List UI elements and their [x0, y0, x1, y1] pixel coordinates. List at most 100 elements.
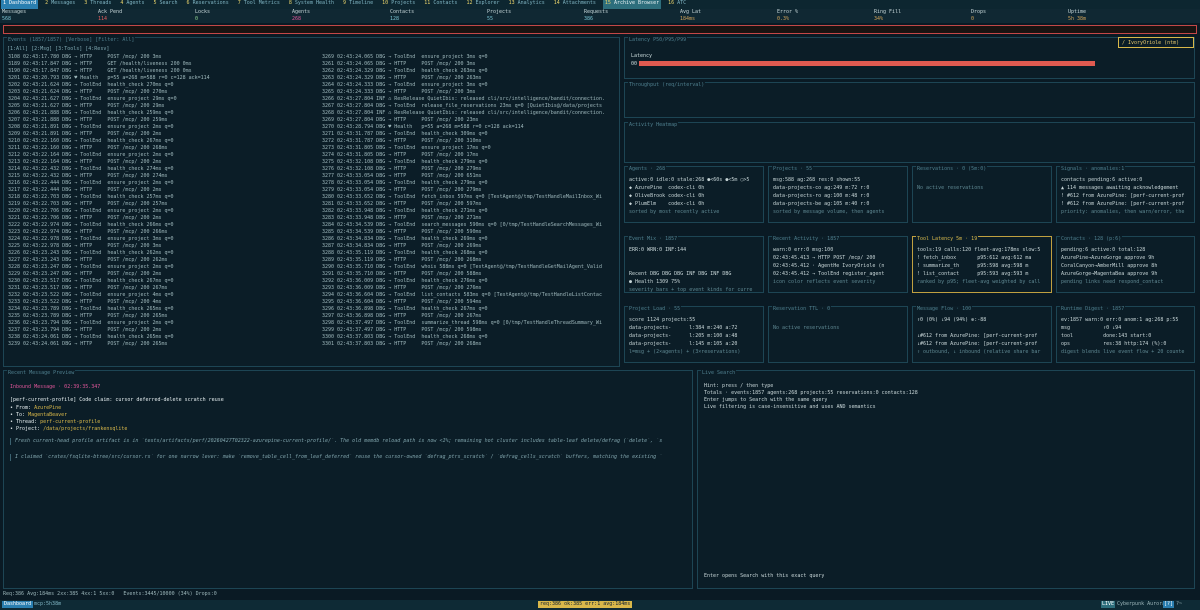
event-row[interactable]: 3239 02:43:24.061 DBG → HTTP POST /mcp/ …	[8, 341, 316, 348]
event-row[interactable]: 3189 02:43:17.847 DBG → HTTP GET /health…	[8, 61, 316, 68]
event-row[interactable]: 3211 02:43:22.160 DBG → HTTP POST /mcp/ …	[8, 145, 316, 152]
tab-projects[interactable]: 10 Projects	[380, 0, 417, 9]
event-row[interactable]: 3225 02:43:22.978 DBG → HTTP POST /mcp/ …	[8, 243, 316, 250]
event-row[interactable]: 3221 02:43:22.706 DBG → HTTP POST /mcp/ …	[8, 215, 316, 222]
event-row[interactable]: 3227 02:43:23.243 DBG → HTTP POST /mcp/ …	[8, 257, 316, 264]
event-row[interactable]: 3281 02:43:33.652 DBG → HTTP POST /mcp/ …	[322, 201, 620, 208]
tab-archive-browser[interactable]: 15 Archive Browser	[602, 0, 662, 9]
event-row[interactable]: 3204 02:43:21.627 DBG → ToolEnd ensure_p…	[8, 96, 316, 103]
event-row[interactable]: 3300 02:43:37.803 DBG → ToolEnd health_c…	[322, 334, 620, 341]
event-row[interactable]: 3272 02:43:31.787 DBG → HTTP POST /mcp/ …	[322, 138, 620, 145]
event-row[interactable]: 3274 02:43:31.805 DBG → HTTP POST /mcp/ …	[322, 152, 620, 159]
tab-tool-metrics[interactable]: 7 Tool Metrics	[236, 0, 282, 9]
event-row[interactable]: 3271 02:43:31.787 DBG → ToolEnd health_c…	[322, 131, 620, 138]
tab-reservations[interactable]: 6 Reservations	[185, 0, 231, 9]
event-row[interactable]: 3287 02:43:34.834 DBG → HTTP POST /mcp/ …	[322, 243, 620, 250]
event-row[interactable]: 3217 02:43:22.444 DBG → HTTP POST /mcp/ …	[8, 187, 316, 194]
tab-agents[interactable]: 4 Agents	[118, 0, 146, 9]
tab-threads[interactable]: 3 Threads	[82, 0, 113, 9]
event-row[interactable]: 3262 02:43:24.329 DBG → ToolEnd health_c…	[322, 68, 620, 75]
event-row[interactable]: 3280 02:43:33.652 DBG → ToolEnd fetch_in…	[322, 194, 620, 201]
event-row[interactable]: 3223 02:43:22.974 DBG → HTTP POST /mcp/ …	[8, 229, 316, 236]
event-row[interactable]: 3265 02:43:24.333 DBG → HTTP POST /mcp/ …	[322, 89, 620, 96]
tab-atc[interactable]: 16 ATC	[666, 0, 688, 9]
agent-badge[interactable]: / IvoryOriole (ntm)	[1118, 37, 1194, 48]
event-row[interactable]: 3293 02:43:36.009 DBG → HTTP POST /mcp/ …	[322, 285, 620, 292]
event-row[interactable]: 3289 02:43:35.119 DBG → HTTP POST /mcp/ …	[322, 257, 620, 264]
event-row[interactable]: 3230 02:43:23.517 DBG → ToolEnd health_c…	[8, 278, 316, 285]
event-row[interactable]: 3202 02:43:21.624 DBG → ToolEnd health_c…	[8, 82, 316, 89]
event-row[interactable]: 3301 02:43:37.803 DBG → HTTP POST /mcp/ …	[322, 341, 620, 348]
event-row[interactable]: 3297 02:43:36.898 DBG → HTTP POST /mcp/ …	[322, 313, 620, 320]
footer-tab[interactable]: Dashboard	[2, 601, 34, 608]
tab-explorer[interactable]: 12 Explorer	[464, 0, 501, 9]
event-row[interactable]: 3108 02:43:17.780 DBG → HTTP POST /mcp/ …	[8, 54, 316, 61]
event-filters[interactable]: [1:All] [2:Msg] [3:Tools] [4:Resv]	[7, 46, 109, 53]
event-row[interactable]: 3261 02:43:24.065 DBG → HTTP POST /mcp/ …	[322, 61, 620, 68]
event-row[interactable]: 3234 02:43:23.789 DBG → ToolEnd health_c…	[8, 306, 316, 313]
event-row[interactable]: 3216 02:43:22.444 DBG → ToolEnd ensure_p…	[8, 180, 316, 187]
event-row[interactable]: 3269 02:43:27.804 DBG → HTTP POST /mcp/ …	[322, 117, 620, 124]
event-list-right[interactable]: 3269 02:43:24.065 DBG → ToolEnd ensure_p…	[322, 54, 620, 364]
event-row[interactable]: 3212 02:43:22.164 DBG → ToolEnd ensure_p…	[8, 152, 316, 159]
event-row[interactable]: 3210 02:43:22.160 DBG → ToolEnd health_c…	[8, 138, 316, 145]
event-row[interactable]: 3218 02:43:22.703 DBG → ToolEnd health_c…	[8, 194, 316, 201]
event-row[interactable]: 3222 02:43:22.974 DBG → ToolEnd health_c…	[8, 222, 316, 229]
tab-analytics[interactable]: 13 Analytics	[507, 0, 547, 9]
event-row[interactable]: 3209 02:43:21.891 DBG → HTTP POST /mcp/ …	[8, 131, 316, 138]
event-row[interactable]: 3268 02:43:27.804 INF ⌂ ResRelease Quiet…	[322, 110, 620, 117]
event-row[interactable]: 3238 02:43:24.061 DBG → ToolEnd health_c…	[8, 334, 316, 341]
event-row[interactable]: 3273 02:43:31.805 DBG → ToolEnd ensure_p…	[322, 145, 620, 152]
event-row[interactable]: 3294 02:43:36.604 DBG → ToolEnd list_con…	[322, 292, 620, 299]
event-row[interactable]: 3279 02:43:33.054 DBG → HTTP POST /mcp/ …	[322, 187, 620, 194]
event-row[interactable]: 3290 02:43:35.710 DBG → ToolEnd whois 58…	[322, 264, 620, 271]
event-row[interactable]: 3190 02:43:17.847 DBG → HTTP GET /health…	[8, 68, 316, 75]
event-row[interactable]: 3220 02:43:22.706 DBG → ToolEnd ensure_p…	[8, 208, 316, 215]
event-row[interactable]: 3291 02:43:35.710 DBG → HTTP POST /mcp/ …	[322, 271, 620, 278]
event-row[interactable]: 3264 02:43:24.333 DBG → ToolEnd ensure_p…	[322, 82, 620, 89]
tab-contacts[interactable]: 11 Contacts	[422, 0, 459, 9]
search-input[interactable]: Enter opens Search with this exact query	[704, 573, 824, 580]
event-row[interactable]: 3201 02:43:20.793 DBG ♥ Health p=55 a=26…	[8, 75, 316, 82]
event-row[interactable]: 3299 02:43:37.497 DBG → HTTP POST /mcp/ …	[322, 327, 620, 334]
event-row[interactable]: 3236 02:43:23.794 DBG → ToolEnd ensure_p…	[8, 320, 316, 327]
help-icon[interactable]: [?]	[1163, 601, 1175, 608]
event-row[interactable]: 3237 02:43:23.794 DBG → HTTP POST /mcp/ …	[8, 327, 316, 334]
event-row[interactable]: 3231 02:43:23.517 DBG → HTTP POST /mcp/ …	[8, 285, 316, 292]
event-row[interactable]: 3224 02:43:22.978 DBG → ToolEnd ensure_p…	[8, 236, 316, 243]
event-row[interactable]: 3263 02:43:24.329 DBG → HTTP POST /mcp/ …	[322, 75, 620, 82]
tab-timeline[interactable]: 9 Timeline	[341, 0, 375, 9]
event-list-left[interactable]: 3108 02:43:17.780 DBG → HTTP POST /mcp/ …	[8, 54, 316, 364]
event-row[interactable]: 3203 02:43:21.624 DBG → HTTP POST /mcp/ …	[8, 89, 316, 96]
event-row[interactable]: 3207 02:43:21.888 DBG → HTTP POST /mcp/ …	[8, 117, 316, 124]
event-row[interactable]: 3269 02:43:24.065 DBG → ToolEnd ensure_p…	[322, 54, 620, 61]
event-row[interactable]: 3275 02:43:32.108 DBG → ToolEnd health_c…	[322, 159, 620, 166]
event-row[interactable]: 3229 02:43:23.247 DBG → HTTP POST /mcp/ …	[8, 271, 316, 278]
tab-attachments[interactable]: 14 Attachments	[552, 0, 598, 9]
event-row[interactable]: 3205 02:43:21.627 DBG → HTTP POST /mcp/ …	[8, 103, 316, 110]
event-row[interactable]: 3298 02:43:37.497 DBG → ToolEnd summariz…	[322, 320, 620, 327]
event-row[interactable]: 3277 02:43:33.054 DBG → HTTP POST /mcp/ …	[322, 173, 620, 180]
event-row[interactable]: 3233 02:43:23.522 DBG → HTTP POST /mcp/ …	[8, 299, 316, 306]
event-row[interactable]: 3284 02:43:34.539 DBG → ToolEnd search_m…	[322, 222, 620, 229]
event-row[interactable]: 3278 02:43:33.054 DBG → ToolEnd health_c…	[322, 180, 620, 187]
event-row[interactable]: 3266 02:43:27.804 INF ⌂ ResRelease Quiet…	[322, 96, 620, 103]
tab-search[interactable]: 5 Search	[151, 0, 179, 9]
event-row[interactable]: 3214 02:43:22.432 DBG → ToolEnd health_c…	[8, 166, 316, 173]
event-row[interactable]: 3232 02:43:23.522 DBG → ToolEnd ensure_p…	[8, 292, 316, 299]
event-row[interactable]: 3285 02:43:34.539 DBG → HTTP POST /mcp/ …	[322, 229, 620, 236]
event-row[interactable]: 3206 02:43:21.888 DBG → ToolEnd health_c…	[8, 110, 316, 117]
event-row[interactable]: 3295 02:43:36.604 DBG → HTTP POST /mcp/ …	[322, 299, 620, 306]
event-row[interactable]: 3288 02:43:35.119 DBG → ToolEnd health_c…	[322, 250, 620, 257]
event-row[interactable]: 3292 02:43:36.009 DBG → ToolEnd health_c…	[322, 278, 620, 285]
event-row[interactable]: 3286 02:43:34.834 DBG → ToolEnd health_c…	[322, 236, 620, 243]
event-row[interactable]: 3283 02:43:33.948 DBG → HTTP POST /mcp/ …	[322, 215, 620, 222]
tab-messages[interactable]: 2 Messages	[43, 0, 77, 9]
event-row[interactable]: 3219 02:43:22.703 DBG → HTTP POST /mcp/ …	[8, 201, 316, 208]
event-row[interactable]: 3215 02:43:22.432 DBG → HTTP POST /mcp/ …	[8, 173, 316, 180]
event-row[interactable]: 3296 02:43:36.898 DBG → ToolEnd health_c…	[322, 306, 620, 313]
event-row[interactable]: 3235 02:43:23.789 DBG → HTTP POST /mcp/ …	[8, 313, 316, 320]
event-row[interactable]: 3213 02:43:22.164 DBG → HTTP POST /mcp/ …	[8, 159, 316, 166]
event-row[interactable]: 3270 02:43:28.794 DBG ♥ Health p=55 a=26…	[322, 124, 620, 131]
tab-system-health[interactable]: 8 System Health	[287, 0, 336, 9]
